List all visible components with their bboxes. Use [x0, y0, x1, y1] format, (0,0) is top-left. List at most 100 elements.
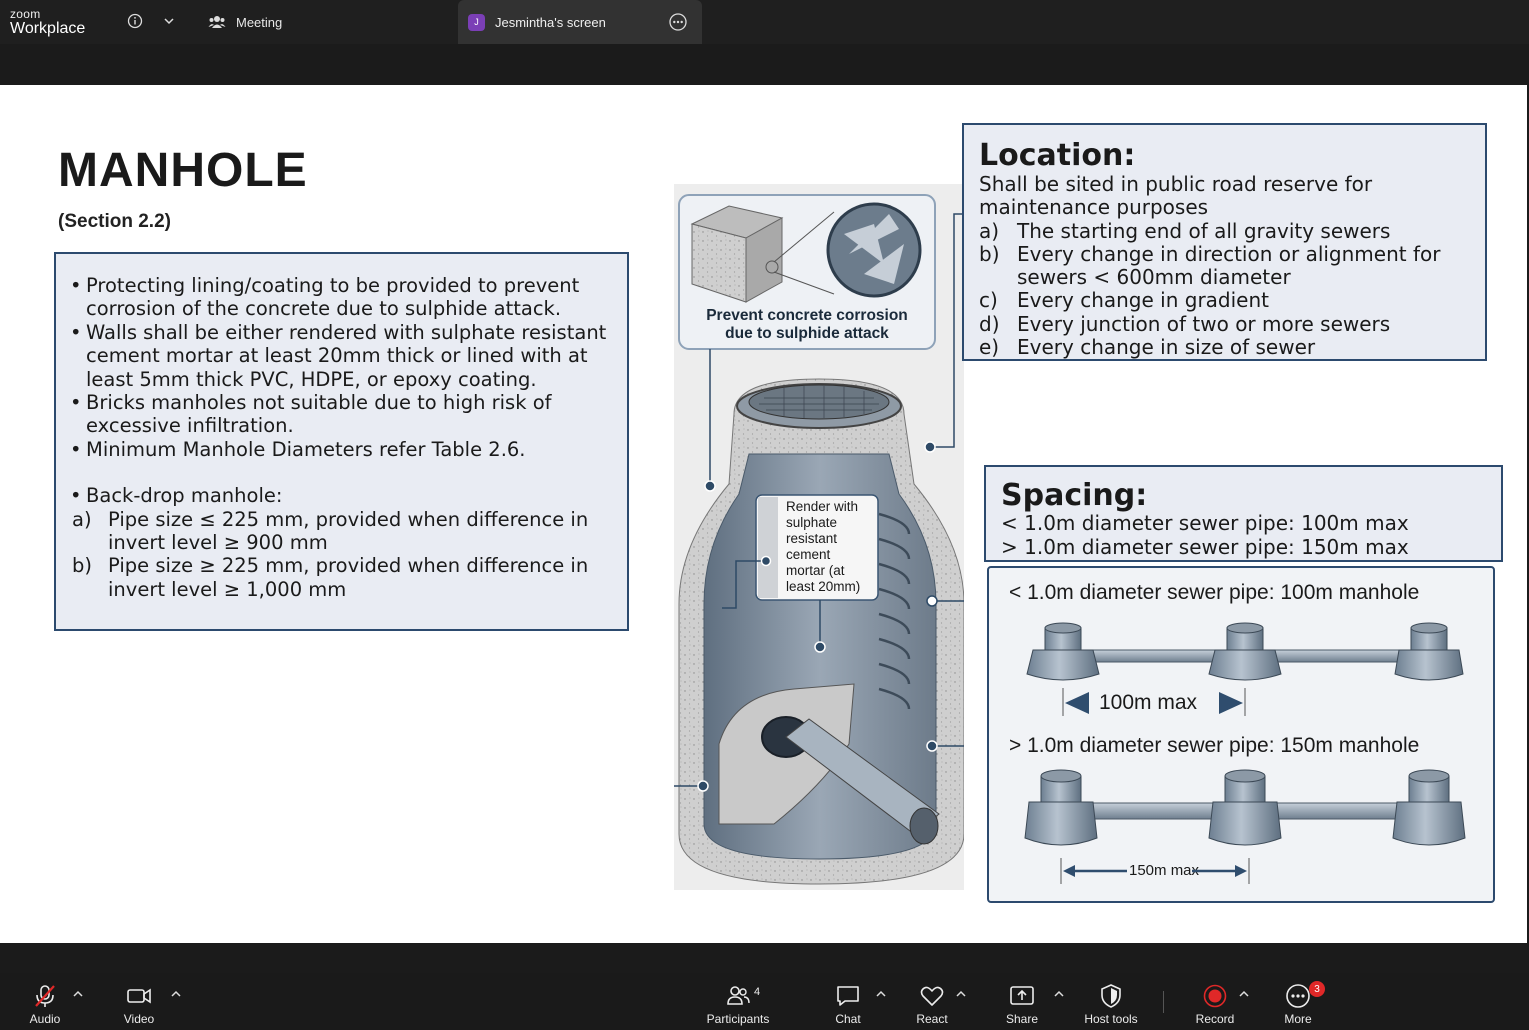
item-letter: e): [979, 335, 1000, 360]
more-options-icon[interactable]: [668, 12, 688, 32]
bullet-text: Minimum Manhole Diameters refer Table 2.…: [86, 437, 526, 461]
video-options-caret-icon[interactable]: [170, 987, 182, 999]
location-intro: Shall be sited in public road reserve fo…: [979, 172, 1373, 220]
item-text: The starting end of all gravity sewers: [1017, 218, 1391, 243]
spacing-heading: Spacing:: [1001, 478, 1148, 513]
zoom-logo: zoom Workplace: [10, 8, 85, 37]
participants-label: Participants: [706, 1012, 770, 1026]
video-button[interactable]: Video: [116, 973, 162, 1030]
chevron-down-icon[interactable]: [158, 10, 180, 32]
render-callout-line: mortar (at: [786, 563, 845, 578]
bullet-text: Protecting lining/coating to be provided…: [86, 274, 580, 321]
list-item: b) Every change in direction or alignment…: [979, 241, 1471, 290]
toolbar-divider: [1163, 991, 1164, 1013]
item-letter: b): [979, 241, 1000, 266]
list-item: e) Every change in size of sewer: [979, 335, 1471, 360]
spacing-diagram: < 1.0m diameter sewer pipe: 100m manhole…: [987, 566, 1495, 903]
bullet-text: Walls shall be either rendered with sulp…: [86, 320, 607, 391]
video-label: Video: [123, 1012, 155, 1026]
chat-bubble-icon: [837, 986, 859, 1006]
tab-meeting[interactable]: Meeting: [196, 0, 456, 44]
list-item: • Protecting lining/coating to be provide…: [70, 274, 617, 321]
brand-small: zoom: [10, 7, 41, 21]
item-text: Every junction of two or more sewers: [1017, 311, 1391, 336]
item-letter: a): [72, 507, 92, 531]
callout-line-2: due to sulphide attack: [725, 325, 889, 342]
more-label: More: [1284, 1012, 1312, 1026]
record-label: Record: [1195, 1012, 1235, 1026]
requirements-panel: • Protecting lining/coating to be provide…: [54, 252, 629, 631]
location-panel: Location: Shall be sited in public road …: [962, 123, 1487, 361]
manhole-icon: [1208, 769, 1282, 846]
share-label: Share: [1005, 1012, 1039, 1026]
tab-meeting-label: Meeting: [236, 14, 283, 30]
item-text: Every change in direction or alignment f…: [1017, 241, 1441, 290]
list-item: • Minimum Manhole Diameters refer Table 2…: [70, 437, 526, 461]
shared-slide: MANHOLE (Section 2.2) • Protecting lining…: [0, 85, 1527, 943]
info-icon[interactable]: [124, 10, 146, 32]
audio-label: Audio: [29, 1012, 61, 1026]
audio-button[interactable]: Audio: [22, 973, 68, 1030]
list-item: • Back-drop manhole:: [70, 484, 283, 508]
manhole-icon: [1208, 622, 1282, 681]
render-callout-line: Render with: [786, 499, 858, 514]
record-options-caret-icon[interactable]: [1238, 987, 1250, 999]
manhole-icon: [1024, 769, 1098, 846]
avatar: J: [468, 13, 485, 31]
list-item: • Walls shall be either rendered with sul…: [70, 321, 617, 391]
tab-shared-screen[interactable]: J Jesmintha's screen: [458, 0, 702, 44]
location-heading: Location:: [979, 138, 1136, 173]
record-icon: [1203, 984, 1227, 1008]
host-tools-button[interactable]: Host tools: [1080, 973, 1142, 1030]
video-camera-icon: [127, 988, 151, 1004]
render-callout-line: resistant: [786, 531, 837, 546]
list-item: b) Pipe size ≥ 225 mm, provided when diff…: [70, 554, 617, 601]
item-text: Pipe size ≥ 225 mm, provided when differ…: [108, 554, 589, 601]
microphone-muted-icon: [35, 985, 55, 1007]
manhole-illustration: Prevent concrete corrosion due to sulphi…: [674, 184, 965, 890]
list-item: a) Pipe size ≤ 225 mm, provided when diff…: [70, 508, 617, 555]
share-options-caret-icon[interactable]: [1053, 987, 1065, 999]
item-letter: b): [72, 554, 92, 578]
list-item: • Bricks manholes not suitable due to hig…: [70, 391, 617, 438]
top-bar: zoom Workplace Meeting J Jesmintha's scr…: [0, 0, 1529, 44]
item-text: Pipe size ≤ 225 mm, provided when differ…: [108, 507, 589, 555]
participants-count: 4: [754, 986, 761, 998]
concrete-cube-icon: [690, 205, 784, 303]
list-item: c) Every change in gradient: [979, 288, 1471, 313]
chat-label: Chat: [835, 1012, 861, 1026]
more-icon: [1286, 984, 1310, 1008]
chat-options-caret-icon[interactable]: [875, 987, 887, 999]
callout-line-1: Prevent concrete corrosion: [706, 307, 908, 324]
slide-title: MANHOLE: [58, 144, 308, 197]
share-button[interactable]: Share: [1000, 973, 1044, 1030]
shield-icon: [1101, 984, 1121, 1008]
item-letter: c): [979, 288, 998, 313]
list-item: d) Every junction of two or more sewers: [979, 311, 1471, 336]
participants-icon: [727, 986, 750, 1005]
chat-button[interactable]: Chat: [826, 973, 870, 1030]
manhole-icon: [1026, 622, 1100, 681]
participants-icon: [208, 16, 226, 28]
host-tools-label: Host tools: [1084, 1012, 1138, 1026]
item-text: Every change in gradient: [1017, 288, 1269, 313]
section-reference: (Section 2.2): [58, 211, 171, 232]
react-button[interactable]: React: [910, 973, 954, 1030]
spacing-line: > 1.0m diameter sewer pipe: 150m max: [1001, 534, 1409, 559]
manhole-icon: [1394, 622, 1464, 681]
item-text: Every change in size of sewer: [1017, 335, 1316, 360]
item-letter: d): [979, 311, 1000, 336]
meeting-toolbar: Audio Video Participants 4 Chat React Sh…: [0, 973, 1529, 1030]
spacing-panel: Spacing: < 1.0m diameter sewer pipe: 100…: [984, 465, 1503, 562]
participants-button[interactable]: Participants: [703, 973, 773, 1030]
audio-options-caret-icon[interactable]: [72, 987, 84, 999]
item-letter: a): [979, 218, 1000, 243]
heart-icon: [920, 986, 944, 1006]
render-callout-line: least 20mm): [786, 579, 860, 594]
notification-badge: 3: [1309, 981, 1325, 997]
share-screen-icon: [1010, 986, 1034, 1005]
render-callout-line: cement: [786, 547, 831, 562]
react-options-caret-icon[interactable]: [955, 987, 967, 999]
record-button[interactable]: Record: [1193, 973, 1237, 1030]
brand-name: Workplace: [10, 20, 86, 37]
